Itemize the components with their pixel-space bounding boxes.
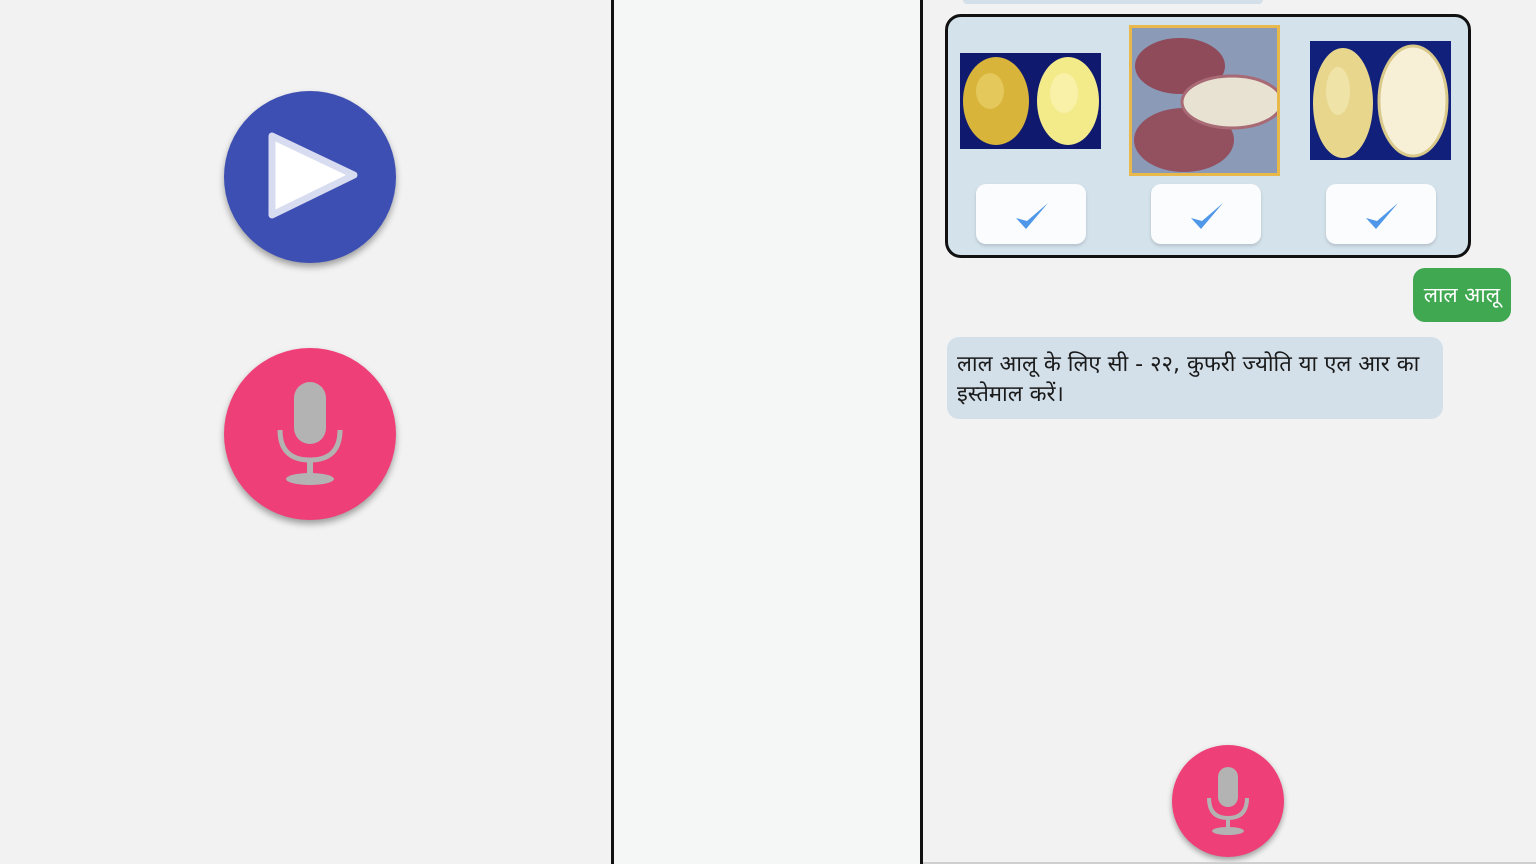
potato-image-yellow[interactable] [960, 53, 1101, 149]
potato-image-red[interactable] [1132, 28, 1277, 173]
chat-mic-button[interactable] [1172, 745, 1284, 857]
select-potato-yellow-button[interactable] [976, 184, 1086, 244]
mic-icon [1207, 767, 1249, 835]
mic-button[interactable] [224, 348, 396, 520]
play-icon [268, 132, 358, 219]
left-panel [0, 0, 611, 864]
mic-icon [277, 382, 343, 485]
check-icon [1191, 203, 1223, 229]
check-icon [1366, 203, 1398, 229]
select-potato-cream-button[interactable] [1326, 184, 1436, 244]
chat-screen: लाल आलू लाल आलू के लिए सी - २२, कुफरी ज्… [923, 0, 1536, 864]
bot-message-bubble: लाल आलू के लिए सी - २२, कुफरी ज्योति या … [947, 337, 1443, 419]
potato-options-card [945, 14, 1471, 258]
select-potato-red-button[interactable] [1151, 184, 1261, 244]
user-message-bubble: लाल आलू [1412, 268, 1511, 322]
check-icon [1016, 203, 1048, 229]
play-button[interactable] [224, 91, 396, 263]
potato-image-cream[interactable] [1310, 41, 1451, 160]
previous-message-edge [963, 0, 1263, 4]
blank-panel [614, 0, 920, 864]
